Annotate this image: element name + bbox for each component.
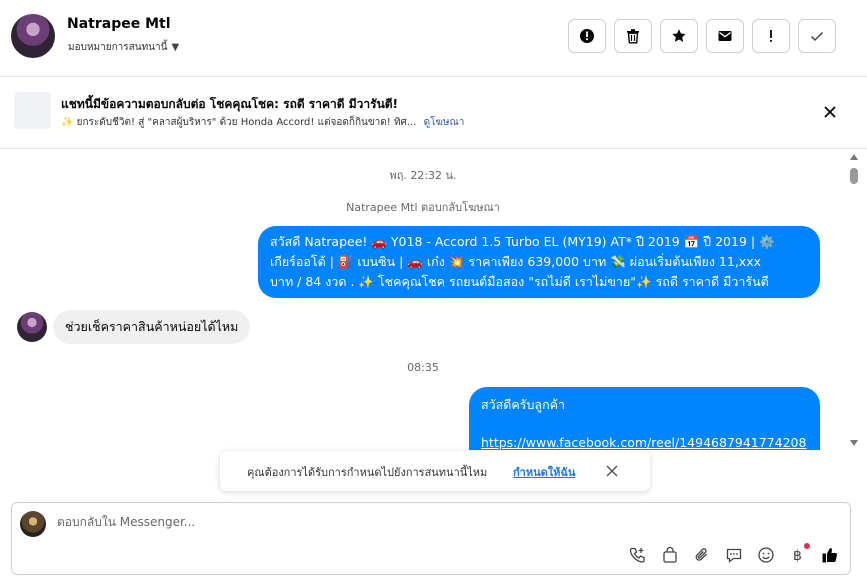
payment-button[interactable]: ฿	[788, 543, 810, 565]
page-avatar	[20, 511, 46, 537]
follow-up-button[interactable]	[752, 19, 790, 53]
saved-replies-button[interactable]	[724, 545, 744, 565]
thread-scrollbar[interactable]	[846, 150, 862, 450]
view-ad-link[interactable]: ดูโฆษณา	[424, 117, 465, 128]
svg-text:฿: ฿	[793, 548, 802, 564]
banner-subtitle: ✨ ยกระดับชีวิต! สู่ "คลาสผู้บริหาร" ด้วย…	[61, 115, 464, 130]
attach-button[interactable]	[692, 545, 712, 565]
message-line: เกียร์ออโต้ | ⛽ เบนซิน | 🚗 เก๋ง 💥 ราคาเพ…	[270, 254, 761, 269]
banner-title: แชทนี้มีข้อความตอบกลับต่อ โชคคุณโชค: รถด…	[61, 97, 399, 111]
reply-input[interactable]	[57, 515, 757, 529]
chat-bubble-icon	[726, 548, 742, 563]
mark-done-button[interactable]	[798, 19, 836, 53]
call-button[interactable]	[628, 545, 648, 565]
trash-icon	[627, 29, 639, 44]
contact-avatar[interactable]	[11, 14, 55, 58]
mark-unread-button[interactable]	[706, 19, 744, 53]
message-thread[interactable]: พฤ. 22:32 น. Natrapee Mtl ตอบกลับโฆษณา ส…	[0, 150, 846, 450]
star-icon	[672, 29, 686, 42]
thumbs-up-icon	[822, 548, 838, 563]
star-button[interactable]	[660, 19, 698, 53]
shopping-bag-icon	[663, 546, 677, 563]
toast-text: คุณต้องการได้รับการกำหนดไปยังการสนทนานี้…	[247, 466, 488, 479]
shop-button[interactable]	[660, 545, 680, 565]
close-icon[interactable]	[821, 103, 839, 121]
scroll-up-icon[interactable]	[850, 154, 858, 160]
header-actions	[568, 19, 836, 53]
assign-toast: คุณต้องการได้รับการกำหนดไปยังการสนทนานี้…	[220, 451, 650, 491]
scroll-thumb[interactable]	[850, 168, 858, 184]
envelope-icon	[718, 31, 732, 41]
assign-to-me-link[interactable]: กำหนดให้ฉัน	[513, 463, 575, 481]
like-button[interactable]	[820, 545, 840, 565]
baht-icon: ฿	[793, 548, 802, 564]
composer-tools: ฿	[628, 543, 840, 565]
timestamp: พฤ. 22:32 น.	[389, 169, 457, 182]
conversation-header: Natrapee Mtl มอบหมายการสนทนานี้ ▼	[0, 0, 867, 77]
timestamp: 08:35	[407, 361, 439, 374]
message-line: บาท / 84 งวด . ✨ โชคคุณโชค รถยนต์มือสอง …	[270, 274, 769, 289]
assign-conversation-dropdown[interactable]: มอบหมายการสนทนานี้ ▼	[68, 40, 179, 55]
outgoing-message[interactable]: สวัสดี Natrapee! 🚗 Y018 - Accord 1.5 Tur…	[258, 226, 820, 298]
smiley-icon	[758, 547, 774, 563]
phone-plus-icon	[629, 547, 645, 563]
spam-button[interactable]	[568, 19, 606, 53]
message-line: สวัสดีครับลูกค้า	[481, 397, 566, 412]
close-icon[interactable]	[604, 463, 620, 479]
check-icon	[810, 31, 824, 42]
banner-subtitle-text: ✨ ยกระดับชีวิต! สู่ "คลาสผู้บริหาร" ด้วย…	[61, 117, 417, 128]
ad-thumbnail	[14, 92, 51, 129]
outgoing-message[interactable]: สวัสดีครับลูกค้า https://www.facebook.co…	[469, 387, 820, 450]
message-composer: ฿	[11, 502, 851, 575]
message-line: สวัสดี Natrapee! 🚗 Y018 - Accord 1.5 Tur…	[270, 234, 775, 249]
ad-reply-meta: Natrapee Mtl ตอบกลับโฆษณา	[346, 201, 500, 214]
alert-circle-icon	[580, 29, 594, 43]
sender-avatar[interactable]	[17, 312, 47, 342]
assign-label: มอบหมายการสนทนานี้	[68, 42, 168, 53]
exclamation-icon	[770, 30, 772, 42]
emoji-button[interactable]	[756, 545, 776, 565]
reel-link[interactable]: https://www.facebook.com/reel/1494687941…	[481, 433, 808, 450]
incoming-message[interactable]: ช่วยเช็คราคาสินค้าหน่อยได้ไหม	[53, 310, 251, 344]
paperclip-icon	[695, 548, 707, 561]
delete-button[interactable]	[614, 19, 652, 53]
scroll-down-icon[interactable]	[850, 440, 858, 446]
contact-name[interactable]: Natrapee Mtl	[67, 16, 171, 32]
caret-down-icon: ▼	[171, 42, 180, 53]
ad-reply-banner: แชทนี้มีข้อความตอบกลับต่อ โชคคุณโชค: รถด…	[0, 78, 867, 149]
notification-dot	[804, 543, 810, 549]
